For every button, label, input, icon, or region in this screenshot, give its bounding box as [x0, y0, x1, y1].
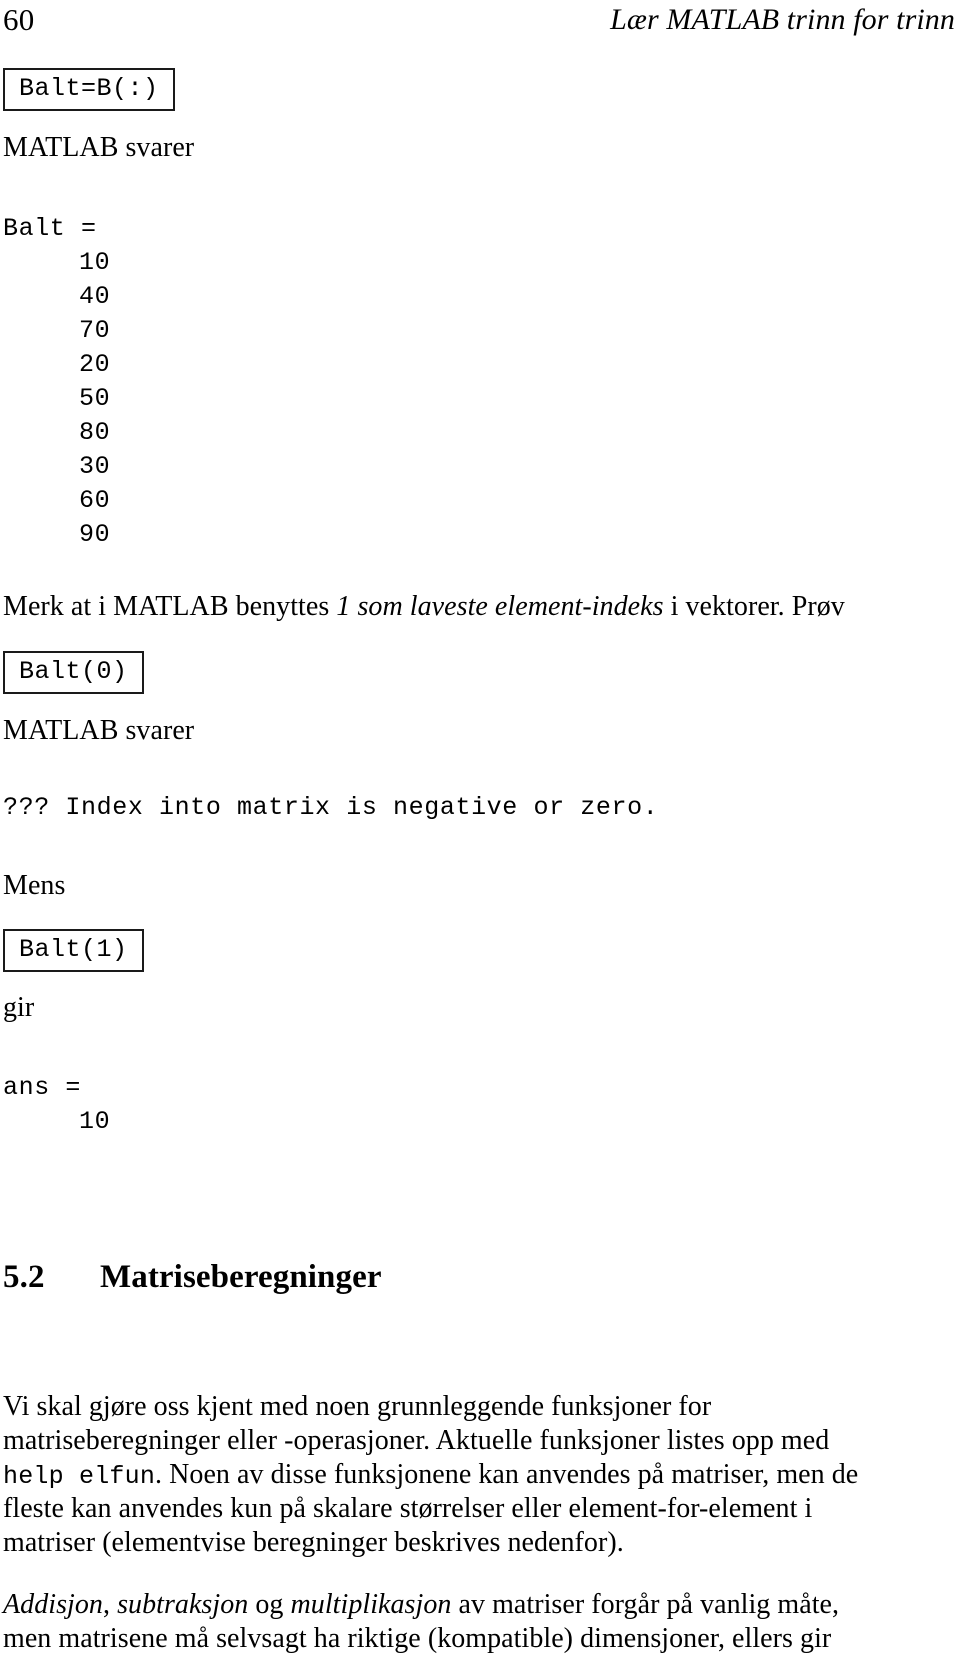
section-heading: 5.2 Matriseberegninger	[3, 1257, 382, 1297]
console-output-balt-value: 80	[79, 418, 111, 447]
console-output-balt-value: 30	[79, 452, 111, 481]
inline-code-help-elfun: help elfun	[3, 1462, 156, 1491]
paragraph-1-line-2: matriseberegninger eller -operasjoner. A…	[3, 1425, 830, 1456]
matlab-answers-label-2: MATLAB svarer	[3, 715, 195, 746]
command-box-balt-colon: Balt=B(:)	[3, 68, 175, 111]
paragraph-2-emphasis-multiplikasjon: multiplikasjon	[290, 1589, 452, 1620]
paragraph-1-line-4: fleste kan anvendes kun på skalare størr…	[3, 1493, 813, 1524]
page-header: 60 Lær MATLAB trinn for trinn	[0, 0, 960, 46]
index-note-emphasis: 1 som laveste element-indeks	[336, 591, 664, 622]
console-output-balt-value: 60	[79, 486, 111, 515]
console-output-balt-value: 20	[79, 350, 111, 379]
mens-label: Mens	[3, 870, 66, 901]
command-box-balt-one: Balt(1)	[3, 929, 144, 972]
paragraph-1-line-5: matriser (elementvise beregninger beskri…	[3, 1527, 624, 1558]
console-output-ans-label: ans =	[3, 1073, 82, 1102]
book-title: Lær MATLAB trinn for trinn	[610, 3, 955, 36]
console-output-balt-label: Balt =	[3, 214, 97, 243]
paragraph-2-emphasis-addisjon: Addisjon	[3, 1589, 103, 1620]
paragraph-2-line-1-rest: av matriser forgår på vanlig måte,	[451, 1589, 840, 1620]
section-title: Matriseberegninger	[100, 1259, 382, 1295]
paragraph-1-line-3: help elfun. Noen av disse funksjonene ka…	[3, 1458, 858, 1494]
matlab-answers-label-1: MATLAB svarer	[3, 132, 195, 163]
section-number: 5.2	[3, 1259, 45, 1295]
paragraph-2-line-2: men matrisene må selvsagt ha riktige (ko…	[3, 1623, 832, 1654]
console-output-balt-value: 90	[79, 520, 111, 549]
command-box-balt-zero: Balt(0)	[3, 651, 144, 694]
index-note-post: i vektorer. Prøv	[663, 591, 845, 622]
console-output-balt-value: 50	[79, 384, 111, 413]
paragraph-1-line-3-rest: . Noen av disse funksjonene kan anvendes…	[155, 1459, 859, 1490]
gir-label: gir	[3, 992, 35, 1023]
console-error-line: ??? Index into matrix is negative or zer…	[3, 793, 659, 822]
paragraph-2-sep-2: og	[248, 1589, 291, 1620]
console-output-balt-value: 10	[79, 248, 111, 277]
console-output-balt-value: 40	[79, 282, 111, 311]
page-number: 60	[3, 2, 35, 37]
paragraph-1-line-1: Vi skal gjøre oss kjent med noen grunnle…	[3, 1391, 712, 1422]
paragraph-2-emphasis-subtraksjon: subtraksjon	[117, 1589, 249, 1620]
console-output-ans-value: 10	[79, 1107, 111, 1136]
paragraph-2-line-1: Addisjon, subtraksjon og multiplikasjon …	[3, 1588, 839, 1622]
index-note-line: Merk at i MATLAB benyttes 1 som laveste …	[3, 590, 845, 624]
paragraph-2-sep-1: ,	[102, 1589, 118, 1620]
index-note-pre: Merk at i MATLAB benyttes	[3, 591, 337, 622]
console-output-balt-value: 70	[79, 316, 111, 345]
document-page: 60 Lær MATLAB trinn for trinn Balt=B(:) …	[0, 0, 960, 1660]
